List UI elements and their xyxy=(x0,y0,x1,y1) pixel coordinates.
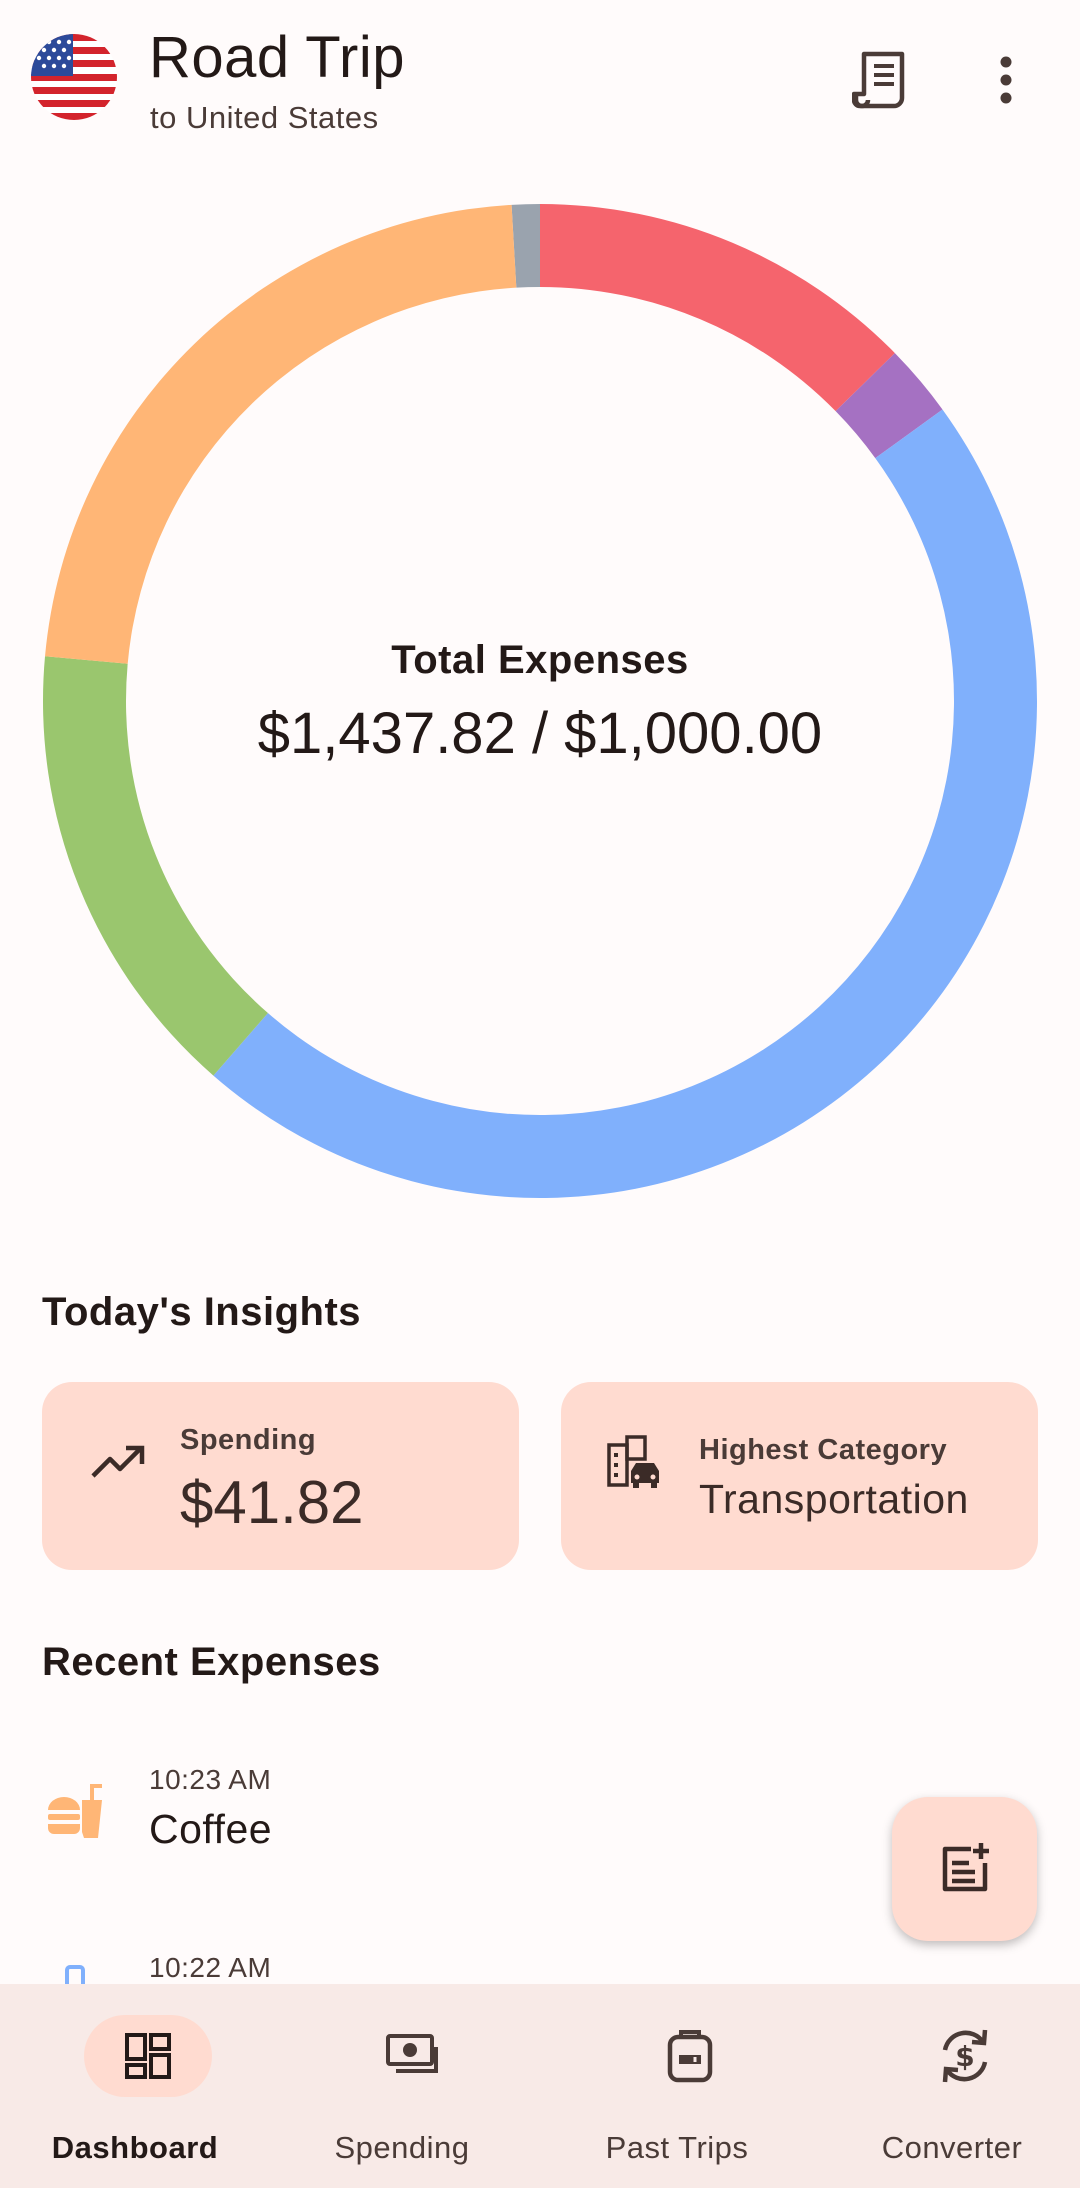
nav-label-dashboard: Dashboard xyxy=(51,2130,219,2165)
receipt-icon xyxy=(852,51,905,109)
payments-icon xyxy=(386,2034,438,2073)
nav-label-spending: Spending xyxy=(334,2130,470,2165)
nav-item-dashboard[interactable]: Dashboard xyxy=(0,1984,270,2188)
donut-slice-5 xyxy=(45,204,517,664)
trending-up-icon xyxy=(86,1430,150,1494)
nav-indicator xyxy=(84,2015,212,2097)
receipt-button[interactable] xyxy=(840,40,920,120)
nav-label-past-trips: Past Trips xyxy=(605,2130,749,2165)
more-vert-icon xyxy=(1000,56,1012,104)
nav-indicator xyxy=(626,2015,754,2097)
transport-icon xyxy=(40,1948,110,1984)
expense-name: Coffee xyxy=(149,1806,273,1852)
expense-time: 10:22 AM xyxy=(149,1952,272,1983)
nav-indicator: $ xyxy=(901,2015,1029,2097)
nav-item-spending[interactable]: Spending xyxy=(267,1984,537,2188)
nav-item-past-trips[interactable]: Past Trips xyxy=(542,1984,812,2188)
expense-time: 10:23 AM xyxy=(149,1764,272,1795)
svg-text:$: $ xyxy=(955,2040,974,2073)
us-flag-icon xyxy=(31,34,117,120)
bottom-navigation: Dashboard Spending Past Trips $ Converte… xyxy=(0,1984,1080,2188)
donut-slice-1 xyxy=(540,204,895,412)
add-expense-fab[interactable] xyxy=(892,1797,1037,1941)
highest-category-value: Transportation xyxy=(699,1476,969,1522)
more-options-button[interactable] xyxy=(966,40,1046,120)
highest-category-card[interactable]: Highest Category Transportation xyxy=(561,1382,1038,1570)
recent-expenses-title: Recent Expenses xyxy=(42,1640,381,1684)
currency-exchange-icon: $ xyxy=(942,2029,988,2083)
highest-category-label: Highest Category xyxy=(699,1434,948,1466)
spending-value: $41.82 xyxy=(180,1469,364,1536)
backpack-icon xyxy=(667,2030,713,2083)
spending-card[interactable]: Spending $41.82 xyxy=(42,1382,519,1570)
fastfood-icon xyxy=(40,1776,110,1846)
dashboard-icon xyxy=(125,2033,171,2079)
insights-title: Today's Insights xyxy=(42,1290,362,1334)
donut-slice-0 xyxy=(511,204,540,288)
nav-indicator xyxy=(351,2015,479,2097)
trip-destination: to United States xyxy=(150,100,379,135)
city-car-icon xyxy=(603,1430,667,1494)
donut-center-label: Total Expenses xyxy=(391,638,689,682)
donut-slice-3 xyxy=(213,409,1038,1199)
donut-center-value: $1,437.82 / $1,000.00 xyxy=(257,701,823,766)
app-header: Road Trip to United States xyxy=(0,0,1080,150)
spending-label: Spending xyxy=(180,1424,317,1456)
nav-item-converter[interactable]: $ Converter xyxy=(817,1984,1080,2188)
trip-title: Road Trip xyxy=(149,25,405,90)
nav-label-converter: Converter xyxy=(881,2130,1023,2165)
note-add-icon xyxy=(942,1843,989,1892)
